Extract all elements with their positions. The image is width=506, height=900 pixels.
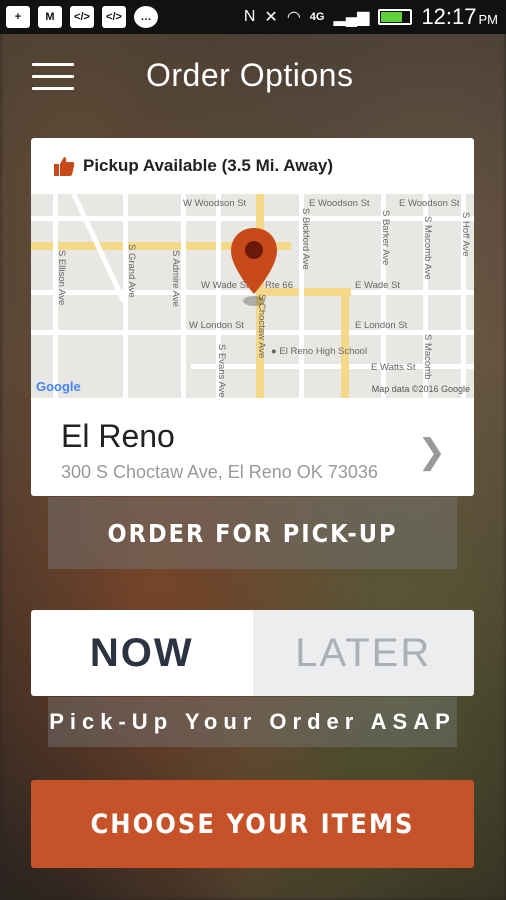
map-label: S Macomb Ave: [422, 216, 433, 280]
google-logo: Google: [36, 379, 81, 394]
location-pin-icon: [231, 228, 277, 294]
network-type: 4G: [309, 11, 325, 23]
map-label: E Wade St: [355, 280, 401, 291]
hamburger-menu-icon[interactable]: [32, 63, 74, 93]
code-icon: </>: [70, 6, 94, 28]
timing-toggle: NOW LATER: [31, 610, 474, 696]
chevron-right-icon: ❯: [417, 433, 447, 471]
signal-icon: ▂▄▆: [333, 9, 370, 26]
mute-icon: ✕: [264, 9, 278, 26]
order-type-button[interactable]: ORDER FOR PICK-UP: [48, 497, 457, 569]
status-bar: + M </> </> … N ✕ ◠ 4G ▂▄▆ 12:17 PM: [0, 0, 506, 34]
map-attribution: Map data ©2016 Google: [371, 384, 470, 394]
map-label: E Woodson St: [399, 198, 460, 209]
map-label: E Watts St: [371, 362, 416, 373]
clock: 12:17 PM: [421, 4, 498, 29]
order-type-label: ORDER FOR PICK-UP: [107, 518, 398, 548]
map-label: S Hoff Ave: [460, 212, 471, 257]
map-label: S Grand Ave: [126, 244, 137, 298]
app-header: Order Options: [0, 45, 506, 109]
code-icon: </>: [102, 6, 126, 28]
choose-items-label: CHOOSE YOUR ITEMS: [90, 808, 415, 840]
timing-description-text: Pick-Up Your Order ASAP: [49, 709, 456, 734]
map-label: S Admire Ave: [170, 250, 181, 307]
gmail-icon: M: [38, 6, 62, 28]
map-label: W London St: [189, 320, 244, 331]
message-icon: …: [134, 6, 158, 28]
add-icon: +: [6, 6, 30, 28]
now-option[interactable]: NOW: [31, 610, 253, 696]
store-name: El Reno: [61, 418, 175, 454]
later-option[interactable]: LATER: [252, 610, 474, 696]
store-card: Pickup Available (3.5 Mi. Away) W Woodso…: [31, 138, 474, 496]
pickup-status-row: Pickup Available (3.5 Mi. Away): [31, 138, 474, 194]
battery-icon: [378, 9, 413, 25]
pickup-status-text: Pickup Available (3.5 Mi. Away): [83, 156, 334, 175]
choose-items-button[interactable]: CHOOSE YOUR ITEMS: [31, 780, 474, 868]
map-label: S Barker Ave: [380, 210, 391, 266]
wifi-icon: ◠: [286, 9, 301, 26]
nfc-icon: N: [243, 8, 256, 25]
map-label: S Evans Ave: [216, 344, 227, 398]
page-title: Order Options: [146, 57, 354, 93]
store-location-row[interactable]: El Reno 300 S Choctaw Ave, El Reno OK 73…: [31, 398, 474, 496]
map-label: S Macomb: [422, 334, 433, 380]
store-map[interactable]: W Woodson St E Woodson St E Woodson St W…: [31, 194, 474, 398]
store-address: 300 S Choctaw Ave, El Reno OK 73036: [61, 462, 378, 482]
map-label-school: ● El Reno High School: [271, 346, 368, 357]
map-label: E London St: [355, 320, 408, 331]
timing-description: Pick-Up Your Order ASAP: [48, 697, 457, 747]
thumbs-up-icon: [53, 155, 75, 177]
map-label: S Bickford Ave: [300, 208, 311, 270]
map-label: W Woodson St: [183, 198, 247, 209]
map-label: S Ellison Ave: [56, 250, 67, 306]
map-label: E Woodson St: [309, 198, 370, 209]
